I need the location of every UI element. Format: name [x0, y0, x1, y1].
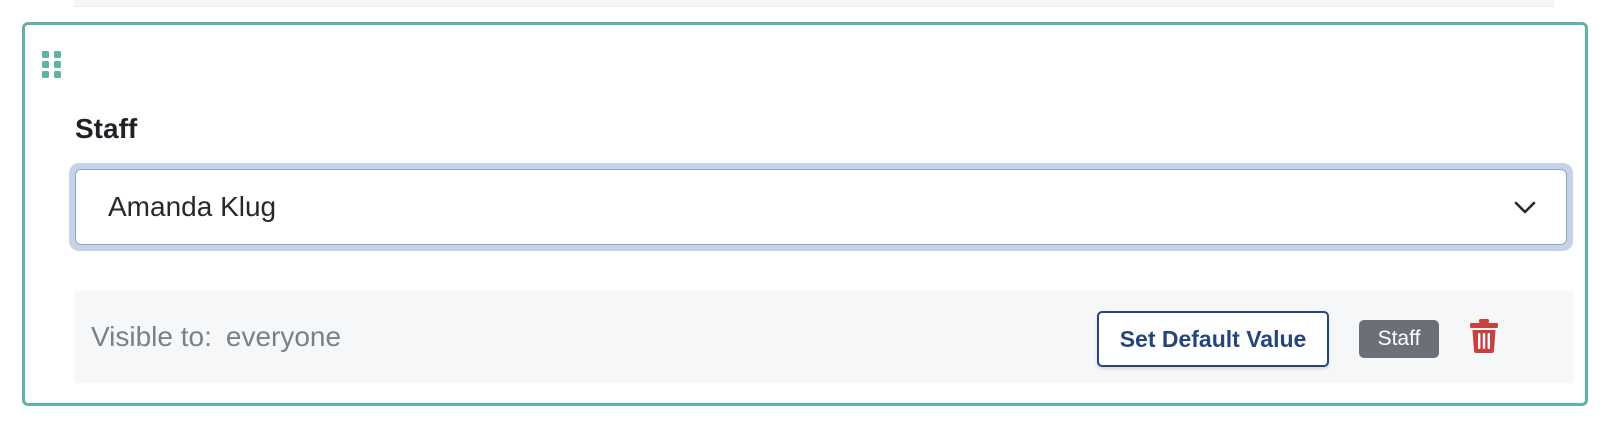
chevron-down-icon[interactable] — [1512, 194, 1538, 220]
trash-icon[interactable] — [1469, 318, 1499, 354]
visible-to-label: Visible to: — [91, 321, 212, 352]
visible-to-value: everyone — [225, 321, 342, 352]
staff-select-value: Amanda Klug — [108, 191, 277, 222]
set-default-value-button[interactable]: Set Default Value — [1097, 311, 1329, 367]
field-footer: Visible to: everyone Set Default Value St… — [75, 291, 1573, 383]
visibility-info: Visible to: everyone — [91, 291, 341, 383]
previous-field-card-edge — [74, 0, 1554, 7]
staff-select-focus-ring: Amanda Klug — [69, 163, 1573, 251]
drag-handle-icon[interactable] — [41, 49, 63, 81]
staff-badge: Staff — [1359, 320, 1439, 358]
form-field-card[interactable]: Staff Amanda Klug Visible to: everyone Se… — [22, 22, 1588, 406]
staff-select[interactable]: Amanda Klug — [75, 169, 1567, 245]
field-label: Staff — [75, 113, 138, 144]
